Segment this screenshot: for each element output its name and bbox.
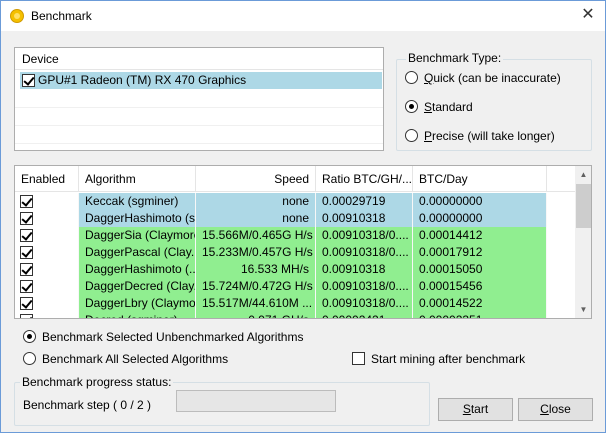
row-enabled-checkbox[interactable] (20, 297, 33, 310)
start-mining-checkbox[interactable] (352, 352, 365, 365)
row-speed-cell: none (196, 210, 316, 227)
start-mining-label: Start mining after benchmark (371, 352, 526, 366)
row-ratio-cell: 0.00910318/0.... (316, 227, 413, 244)
row-speed-cell: none (196, 193, 316, 210)
title-bar: Benchmark ✕ (1, 1, 605, 31)
row-enabled-checkbox[interactable] (20, 280, 33, 293)
column-header-algorithm[interactable]: Algorithm (79, 166, 196, 192)
row-btc-day-cell: 0.00000000 (413, 210, 547, 227)
row-ratio-cell: 0.00910318/0.... (316, 295, 413, 312)
progress-title: Benchmark progress status: (20, 375, 174, 389)
app-icon (10, 9, 24, 23)
start-button[interactable]: Start (438, 398, 513, 421)
row-algorithm-cell: DaggerPascal (Clay... (79, 244, 196, 261)
row-algorithm-cell: DaggerDecred (Clay... (79, 278, 196, 295)
device-column-header[interactable]: Device (15, 48, 383, 70)
radio-quick-label: Quick (can be inaccurate) (424, 71, 561, 85)
row-algorithm-cell: Keccak (sgminer) (79, 193, 196, 210)
table-row[interactable]: Keccak (sgminer) none 0.00029719 0.00000000 (15, 193, 575, 210)
row-enabled-checkbox[interactable] (20, 314, 33, 318)
row-enabled-checkbox[interactable] (20, 246, 33, 259)
row-btc-day-cell: 0.00017912 (413, 244, 547, 261)
row-speed-cell: 0.971 GH/s (196, 312, 316, 318)
window-title: Benchmark (31, 9, 92, 23)
row-algorithm-cell: DaggerHashimoto (... (79, 261, 196, 278)
radio-unbenchmarked-label: Benchmark Selected Unbenchmarked Algorit… (42, 330, 304, 344)
row-ratio-cell: 0.00910318/0.... (316, 278, 413, 295)
radio-unbenchmarked-button[interactable] (23, 330, 36, 343)
vertical-scrollbar[interactable]: ▲ ▼ (575, 166, 591, 318)
row-btc-day-cell: 0.00014412 (413, 227, 547, 244)
row-enabled-cell (15, 278, 79, 295)
row-enabled-cell (15, 227, 79, 244)
scroll-thumb[interactable] (576, 184, 591, 228)
list-gridline (15, 107, 383, 108)
radio-quick-button[interactable] (405, 71, 418, 84)
row-enabled-checkbox[interactable] (20, 263, 33, 276)
list-gridline (15, 143, 383, 144)
row-enabled-cell (15, 312, 79, 318)
row-enabled-checkbox[interactable] (20, 195, 33, 208)
scroll-down-icon[interactable]: ▼ (575, 301, 591, 318)
row-algorithm-cell: DaggerSia (Claymore) (79, 227, 196, 244)
device-label: GPU#1 Radeon (TM) RX 470 Graphics (38, 73, 247, 87)
radio-standard-button[interactable] (405, 100, 418, 113)
benchmark-step-text: Benchmark step ( 0 / 2 ) (23, 398, 152, 412)
row-algorithm-cell: Decred (sgminer) (79, 312, 196, 318)
row-ratio-cell: 0.00910318 (316, 210, 413, 227)
table-row[interactable]: DaggerDecred (Clay... 15.724M/0.472G H/s 0… (15, 278, 575, 295)
row-speed-cell: 15.233M/0.457G H/s (196, 244, 316, 261)
row-btc-day-cell: 0.00000000 (413, 193, 547, 210)
column-header-speed[interactable]: Speed (196, 166, 316, 192)
row-speed-cell: 15.566M/0.465G H/s (196, 227, 316, 244)
table-row[interactable]: DaggerHashimoto (s... none 0.00910318 0.000… (15, 210, 575, 227)
row-ratio-cell: 0.00910318/0.... (316, 244, 413, 261)
algorithm-list-header: Enabled Algorithm Speed Ratio BTC/GH/...… (15, 166, 575, 192)
device-list: Device GPU#1 Radeon (TM) RX 470 Graphics (14, 47, 384, 151)
table-row[interactable]: Decred (sgminer)0.971 GH/s0.000024210.00… (15, 312, 575, 318)
table-row[interactable]: DaggerLbry (Claymo... 15.517M/44.610M ...… (15, 295, 575, 312)
close-button[interactable]: Close (518, 398, 593, 421)
close-icon[interactable]: ✕ (571, 4, 605, 28)
row-algorithm-cell: DaggerHashimoto (s... (79, 210, 196, 227)
row-ratio-cell: 0.00002421 (316, 312, 413, 318)
row-algorithm-cell: DaggerLbry (Claymo... (79, 295, 196, 312)
table-row[interactable]: DaggerSia (Claymore) 15.566M/0.465G H/s 0.… (15, 227, 575, 244)
row-ratio-cell: 0.00910318 (316, 261, 413, 278)
row-btc-day-cell: 0.00015050 (413, 261, 547, 278)
table-row[interactable]: DaggerHashimoto (... 16.533 MH/s 0.0091031… (15, 261, 575, 278)
device-checkbox[interactable] (22, 74, 35, 87)
row-ratio-cell: 0.00029719 (316, 193, 413, 210)
radio-all-button[interactable] (23, 352, 36, 365)
progress-bar (176, 390, 336, 412)
scroll-up-icon[interactable]: ▲ (575, 166, 591, 183)
row-enabled-checkbox[interactable] (20, 212, 33, 225)
table-row[interactable]: DaggerPascal (Clay... 15.233M/0.457G H/s 0… (15, 244, 575, 261)
radio-standard-label: Standard (424, 100, 473, 114)
column-header-enabled[interactable]: Enabled (15, 166, 79, 192)
row-btc-day-cell: 0.00015456 (413, 278, 547, 295)
row-enabled-cell (15, 295, 79, 312)
row-btc-day-cell: 0.00002351 (413, 312, 547, 318)
row-enabled-cell (15, 210, 79, 227)
row-speed-cell: 15.724M/0.472G H/s (196, 278, 316, 295)
radio-precise-label: Precise (will take longer) (424, 129, 555, 143)
column-header-btc-day[interactable]: BTC/Day (413, 166, 547, 192)
radio-all-label: Benchmark All Selected Algorithms (42, 352, 229, 366)
row-enabled-cell (15, 244, 79, 261)
benchmark-window: Benchmark ✕ Device GPU#1 Radeon (TM) RX … (0, 0, 606, 433)
algorithm-list: Enabled Algorithm Speed Ratio BTC/GH/...… (14, 165, 592, 319)
row-enabled-checkbox[interactable] (20, 229, 33, 242)
device-row[interactable]: GPU#1 Radeon (TM) RX 470 Graphics (20, 72, 382, 89)
row-enabled-cell (15, 261, 79, 278)
list-gridline (15, 125, 383, 126)
row-btc-day-cell: 0.00014522 (413, 295, 547, 312)
radio-precise-button[interactable] (405, 129, 418, 142)
row-speed-cell: 15.517M/44.610M ... (196, 295, 316, 312)
row-enabled-cell (15, 193, 79, 210)
benchmark-type-title: Benchmark Type: (406, 51, 504, 65)
column-header-ratio[interactable]: Ratio BTC/GH/... (316, 166, 413, 192)
row-speed-cell: 16.533 MH/s (196, 261, 316, 278)
